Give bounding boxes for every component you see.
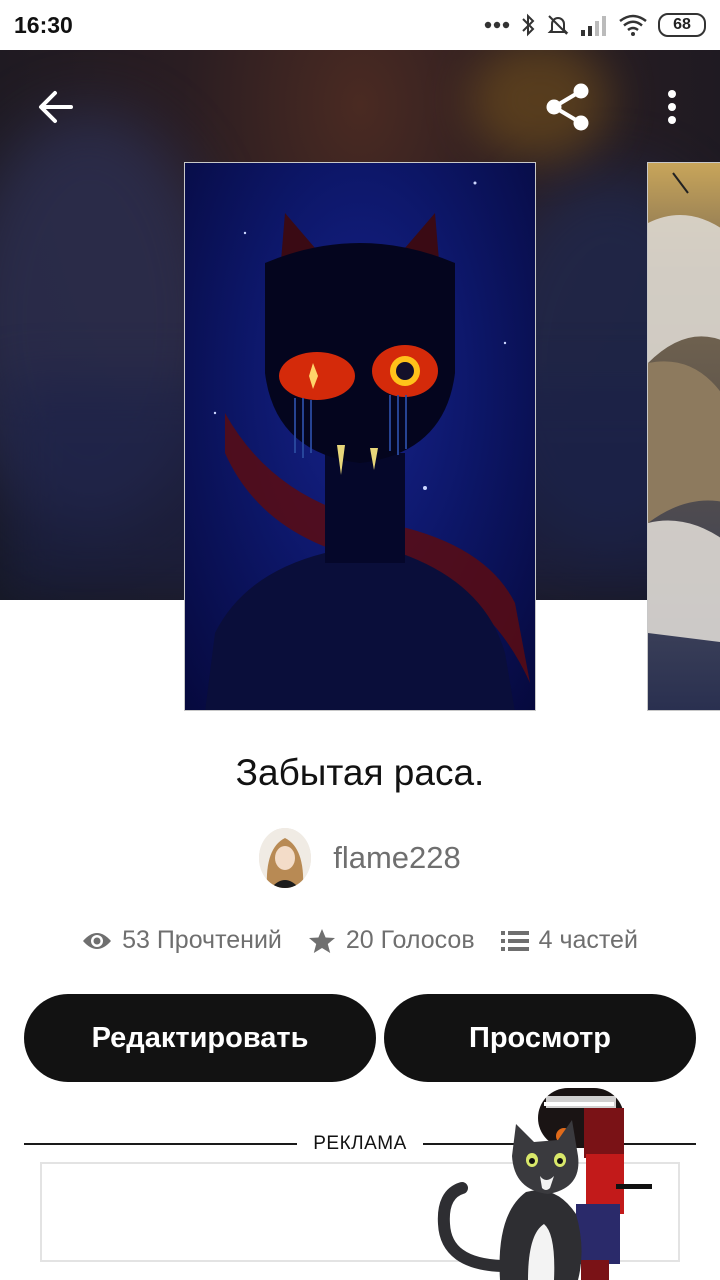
avatar[interactable] (259, 828, 312, 888)
votes-stat: 20 Голосов (308, 926, 475, 955)
votes-count: 20 Голосов (345, 926, 475, 954)
battery-icon: 68 (658, 13, 706, 37)
mute-icon (547, 15, 569, 35)
share-icon (546, 83, 589, 131)
cover-artwork (205, 181, 530, 710)
cat-sticker (436, 1084, 666, 1280)
reads-count: 53 Прочтений (122, 926, 282, 954)
more-vertical-icon (668, 90, 676, 124)
story-stats: 53 Прочтений 20 Голосов 4 частей (0, 926, 720, 955)
parts-count: 4 частей (538, 926, 638, 954)
story-title: Забытая раса. (235, 752, 485, 793)
author-row[interactable]: flame228 (0, 828, 720, 888)
arrow-left-icon (39, 91, 73, 123)
status-icons: 68 (484, 13, 706, 37)
status-bar: 16:30 68 (0, 0, 720, 50)
reads-stat: 53 Прочтений (82, 926, 282, 955)
wifi-icon (619, 14, 647, 36)
list-icon (500, 930, 529, 951)
star-icon (308, 928, 335, 953)
author-name[interactable]: flame228 (333, 840, 461, 876)
more-options-button[interactable] (643, 78, 701, 136)
edit-button[interactable]: Редактировать (24, 994, 376, 1082)
story-cover[interactable] (184, 162, 536, 711)
battery-level: 68 (673, 16, 691, 33)
more-dots-icon (484, 21, 510, 29)
parts-stat: 4 частей (500, 926, 638, 955)
signal-icon (581, 16, 606, 36)
cat-sticker-image (437, 1088, 652, 1280)
status-time: 16:30 (14, 11, 73, 38)
eye-icon (83, 932, 112, 949)
bluetooth-icon (522, 13, 535, 37)
back-button[interactable] (27, 78, 85, 136)
next-story-cover[interactable] (647, 162, 720, 711)
view-button[interactable]: Просмотр (384, 994, 696, 1082)
ad-label: РЕКЛАМА (313, 1133, 407, 1154)
share-button[interactable] (539, 78, 597, 136)
next-cover-artwork (648, 172, 720, 642)
